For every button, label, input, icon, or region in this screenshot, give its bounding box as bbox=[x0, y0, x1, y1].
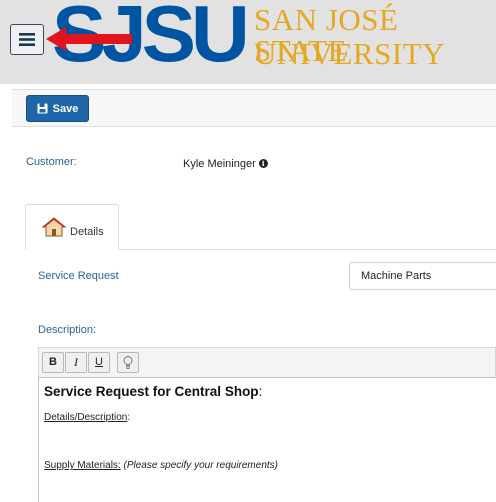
red-arrow-annotation bbox=[46, 27, 132, 51]
customer-name: Kyle Meininger bbox=[183, 158, 256, 170]
site-header: SJSU SAN JOSÉ STATE UNIVERSITY bbox=[0, 0, 496, 84]
editor-toolbar: B I U bbox=[38, 347, 496, 377]
service-request-select[interactable]: Machine Parts bbox=[349, 262, 496, 290]
action-toolbar: Save bbox=[12, 89, 496, 127]
hamburger-icon bbox=[19, 33, 35, 46]
service-request-value: Machine Parts bbox=[361, 270, 432, 282]
editor-details-line: Details/Description: bbox=[44, 412, 131, 423]
editor-heading: Service Request for Central Shop: bbox=[44, 384, 263, 399]
bold-button[interactable]: B bbox=[42, 352, 64, 373]
floppy-disk-icon bbox=[37, 103, 48, 114]
hamburger-menu-button[interactable] bbox=[10, 24, 44, 55]
save-button-label: Save bbox=[52, 102, 79, 115]
customer-label: Customer: bbox=[26, 156, 77, 168]
service-request-label: Service Request bbox=[38, 270, 119, 282]
tab-details-label: Details bbox=[70, 226, 104, 238]
save-button[interactable]: Save bbox=[26, 95, 89, 122]
editor-supply-line: Supply Materials: (Please specify your r… bbox=[44, 460, 278, 471]
description-label: Description: bbox=[38, 324, 97, 336]
tab-details[interactable]: Details bbox=[25, 204, 119, 250]
university-name-line2: UNIVERSITY bbox=[254, 36, 445, 71]
info-circle-icon[interactable]: i bbox=[258, 159, 268, 168]
lightbulb-button[interactable] bbox=[117, 352, 139, 373]
italic-button[interactable]: I bbox=[65, 352, 87, 373]
house-icon bbox=[42, 217, 66, 237]
lightbulb-icon bbox=[123, 356, 133, 369]
customer-value: Kyle Meininger i bbox=[183, 158, 268, 170]
underline-button[interactable]: U bbox=[88, 352, 110, 373]
description-editor[interactable]: Service Request for Central Shop: Detail… bbox=[38, 377, 496, 502]
